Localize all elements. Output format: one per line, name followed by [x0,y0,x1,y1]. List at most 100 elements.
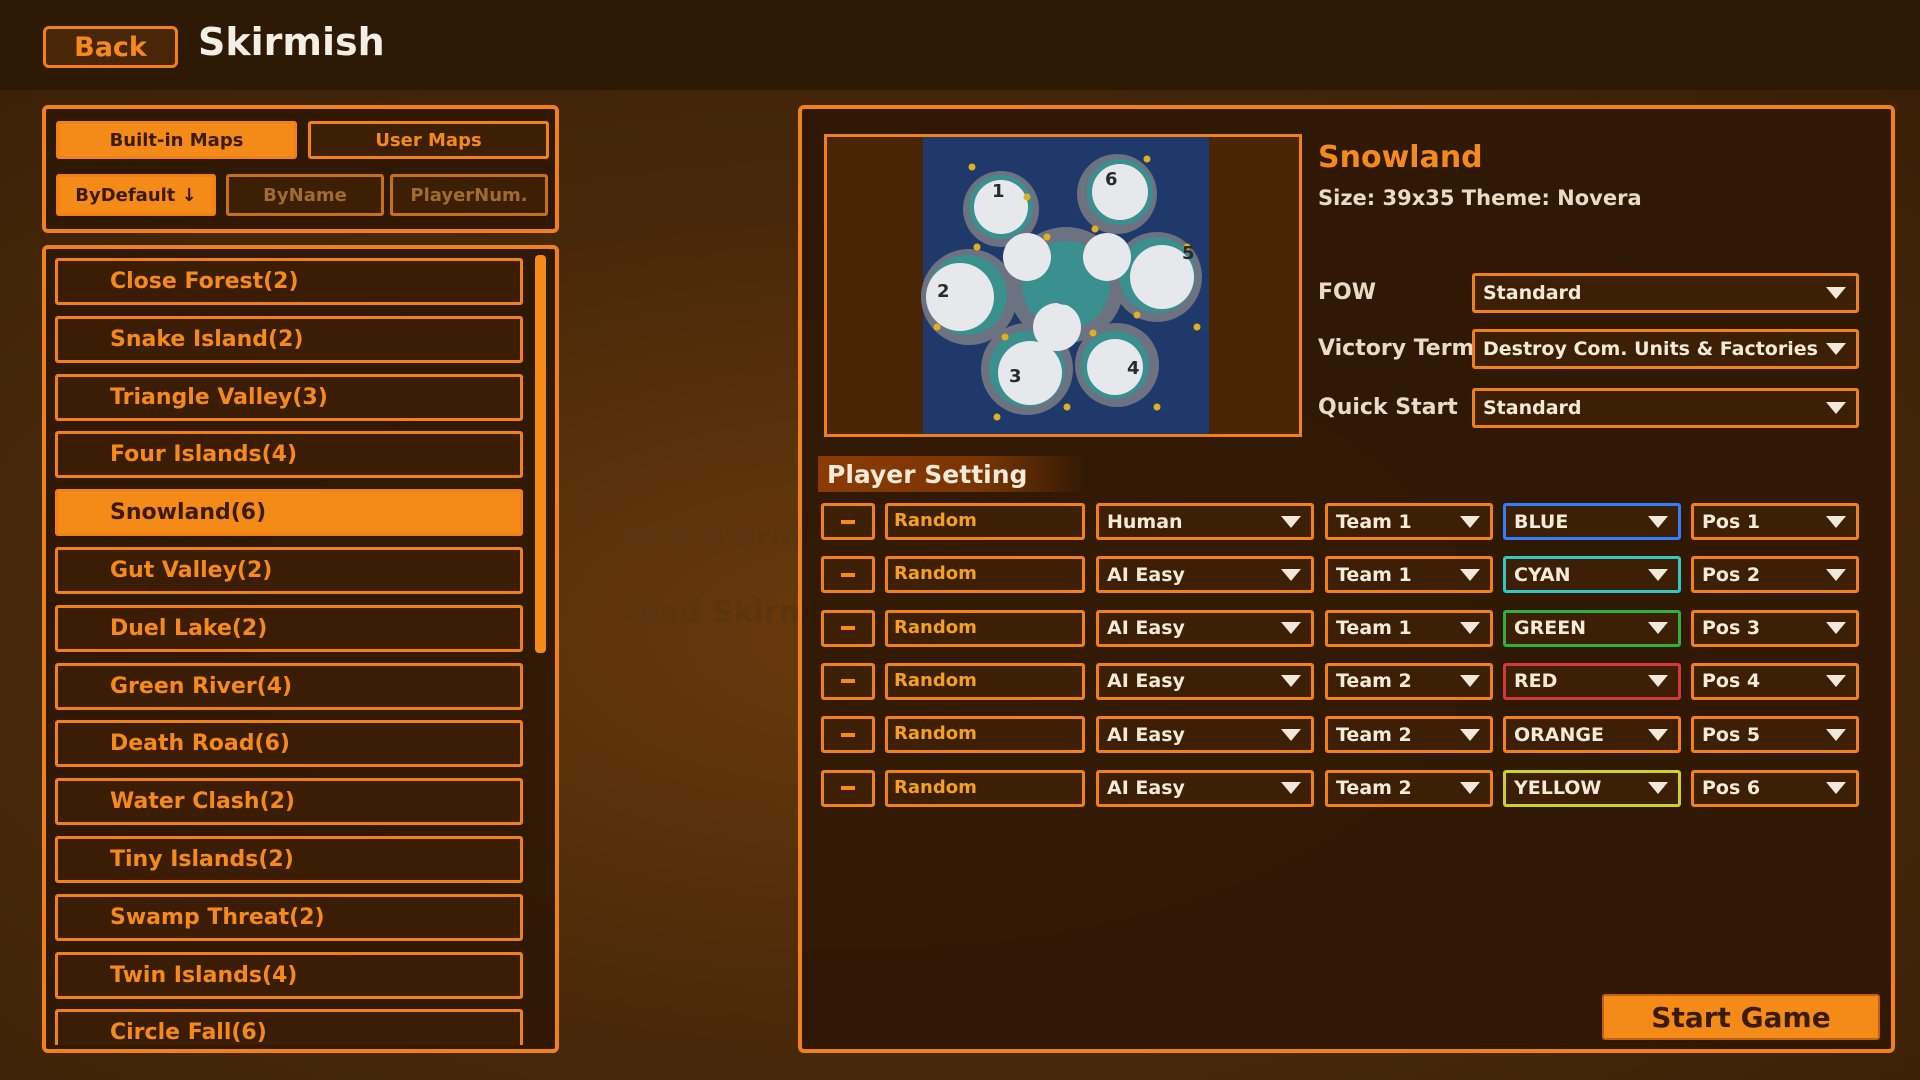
player-color-value: BLUE [1514,510,1569,533]
player-position-value: Pos 2 [1702,563,1761,586]
chevron-down-icon [1826,782,1846,794]
chevron-down-icon [1281,515,1301,528]
map-list-item[interactable]: Twin Islands(4) [55,951,523,999]
player-position-value: Pos 3 [1702,617,1761,640]
player-team-value: Team 1 [1336,563,1412,586]
player-color-value: RED [1514,670,1558,693]
player-color-dropdown[interactable]: ORANGE [1503,716,1681,754]
player-position-value: Pos 6 [1702,777,1761,799]
player-type-dropdown[interactable]: AI Easy [1096,609,1314,647]
remove-player-button[interactable] [821,503,875,540]
player-type-dropdown[interactable]: AI Easy [1096,556,1314,594]
player-position-dropdown[interactable]: Pos 2 [1691,556,1859,594]
player-name-field[interactable]: Random [885,769,1085,807]
chevron-down-icon [1648,568,1668,581]
chevron-down-icon [1826,568,1846,581]
player-type-value: Human [1107,510,1183,533]
chevron-down-icon [1826,402,1846,414]
player-color-dropdown[interactable]: GREEN [1503,609,1681,647]
player-color-dropdown[interactable]: CYAN [1503,556,1681,594]
map-list-item[interactable]: Four Islands(4) [55,431,523,479]
map-list-item[interactable]: Green River(4) [55,662,523,710]
player-team-value: Team 1 [1336,617,1412,640]
minus-icon [841,572,855,577]
player-type-dropdown[interactable]: AI Easy [1096,769,1314,807]
player-team-dropdown[interactable]: Team 1 [1325,609,1493,647]
player-type-dropdown[interactable]: AI Easy [1096,716,1314,754]
background-menu-new: New Skirmi [620,520,812,555]
player-position-dropdown[interactable]: Pos 4 [1691,662,1859,700]
chevron-down-icon [1826,675,1846,688]
start-game-button[interactable]: Start Game [1602,994,1880,1040]
chevron-down-icon [1460,515,1480,528]
player-team-dropdown[interactable]: Team 2 [1325,769,1493,807]
player-name-field[interactable]: Random [885,503,1085,540]
remove-player-button[interactable] [821,609,875,647]
map-list-item[interactable]: Death Road(6) [55,720,523,768]
chevron-down-icon [1648,675,1668,688]
player-color-dropdown[interactable]: YELLOW [1503,769,1681,807]
player-position-dropdown[interactable]: Pos 5 [1691,716,1859,754]
chevron-down-icon [1460,568,1480,581]
map-list-item[interactable]: Close Forest(2) [55,258,523,305]
player-position-dropdown[interactable]: Pos 6 [1691,769,1859,807]
map-list-scrollbar[interactable] [535,255,546,653]
player-type-dropdown[interactable]: Human [1096,503,1314,540]
player-color-dropdown[interactable]: BLUE [1503,503,1681,540]
player-color-value: CYAN [1514,563,1571,586]
remove-player-button[interactable] [821,716,875,754]
minus-icon [841,626,855,631]
map-list: Close Forest(2) Snake Island(2) Triangle V… [0,0,560,1045]
fow-label: FOW [1318,280,1376,305]
map-list-item[interactable]: Triangle Valley(3) [55,373,523,421]
victory-term-value: Destroy Com. Units & Factories [1483,338,1818,360]
player-color-value: ORANGE [1514,723,1604,746]
player-position-dropdown[interactable]: Pos 3 [1691,609,1859,647]
chevron-down-icon [1460,728,1480,741]
player-type-value: AI Easy [1107,777,1185,799]
start-position-2: 2 [937,281,950,302]
map-list-item[interactable]: Water Clash(2) [55,778,523,826]
map-list-item[interactable]: Gut Valley(2) [55,547,523,594]
player-team-dropdown[interactable]: Team 2 [1325,716,1493,754]
start-position-6: 6 [1105,169,1118,190]
map-list-item[interactable]: Tiny Islands(2) [55,836,523,883]
player-name-field[interactable]: Random [885,662,1085,700]
map-list-item[interactable]: Swamp Threat(2) [55,893,523,941]
player-team-dropdown[interactable]: Team 1 [1325,556,1493,594]
chevron-down-icon [1281,622,1301,635]
remove-player-button[interactable] [821,769,875,807]
background-menu-load: Load Skirmi [620,595,821,630]
remove-player-button[interactable] [821,556,875,594]
player-color-dropdown[interactable]: RED [1503,662,1681,700]
quick-start-dropdown[interactable]: Standard [1472,388,1859,428]
chevron-down-icon [1460,782,1480,794]
player-type-dropdown[interactable]: AI Easy [1096,662,1314,700]
player-team-dropdown[interactable]: Team 2 [1325,662,1493,700]
player-color-value: GREEN [1514,617,1587,640]
player-position-dropdown[interactable]: Pos 1 [1691,503,1859,540]
selected-map-meta: Size: 39x35 Theme: Novera [1318,186,1642,210]
remove-player-button[interactable] [821,662,875,700]
start-position-3: 3 [1009,366,1022,387]
player-team-dropdown[interactable]: Team 1 [1325,503,1493,540]
map-list-item[interactable]: Duel Lake(2) [55,604,523,652]
quick-start-label: Quick Start [1318,395,1458,420]
player-type-value: AI Easy [1107,617,1185,640]
player-name-field[interactable]: Random [885,716,1085,754]
player-team-value: Team 2 [1336,670,1412,693]
map-list-item[interactable]: Snowland(6) [55,489,523,537]
player-name-field[interactable]: Random [885,556,1085,594]
chevron-down-icon [1826,287,1846,299]
player-setting-header: Player Setting [818,456,1088,492]
minus-icon [841,679,855,684]
chevron-down-icon [1281,675,1301,688]
player-name-field[interactable]: Random [885,609,1085,647]
fow-dropdown[interactable]: Standard [1472,273,1859,313]
victory-term-dropdown[interactable]: Destroy Com. Units & Factories [1472,329,1859,369]
player-type-value: AI Easy [1107,723,1185,746]
start-position-1: 1 [992,181,1005,202]
player-team-value: Team 1 [1336,510,1412,533]
map-list-item[interactable]: Circle Fall(6) [55,1009,523,1045]
map-list-item[interactable]: Snake Island(2) [55,315,523,363]
